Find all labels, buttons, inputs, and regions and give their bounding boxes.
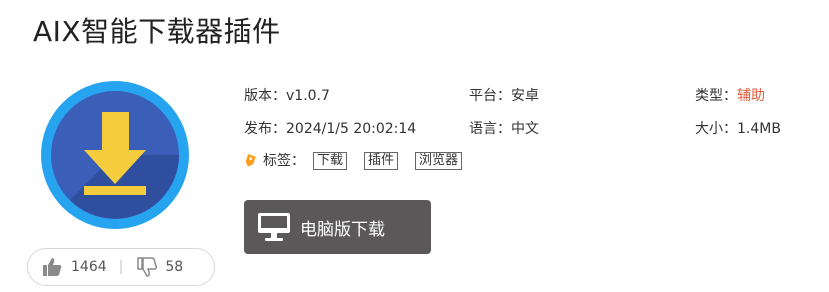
page-title: AIX智能下载器插件 (33, 15, 281, 48)
dislike-button[interactable]: 58 (137, 257, 183, 277)
version-info: 版本：v1.0.7 (244, 86, 330, 106)
release-info: 发布：2024/1/5 20:02:14 (244, 119, 416, 139)
vote-bar: 1464 | 58 (27, 248, 215, 286)
thumbs-down-icon (137, 257, 158, 277)
platform-info: 平台：安卓 (469, 86, 539, 106)
tags-label: 标签： (263, 153, 305, 169)
tag-download[interactable]: 下载 (313, 152, 348, 170)
platform-label: 平台： (469, 88, 511, 104)
version-value: v1.0.7 (286, 88, 330, 104)
like-button[interactable]: 1464 (42, 257, 107, 277)
size-info: 大小：1.4MB (695, 119, 781, 139)
type-label: 类型： (695, 88, 737, 104)
language-info: 语言：中文 (469, 119, 539, 139)
type-value[interactable]: 辅助 (737, 88, 765, 104)
platform-value: 安卓 (511, 88, 539, 104)
release-value: 2024/1/5 20:02:14 (286, 121, 417, 137)
pc-download-label: 电脑版下载 (300, 219, 385, 240)
language-value: 中文 (511, 121, 539, 137)
tags-row: 标签： 下载 插件 浏览器 (244, 151, 479, 171)
size-label: 大小： (695, 121, 737, 137)
pc-download-button[interactable]: 电脑版下载 (244, 200, 431, 254)
language-label: 语言： (469, 121, 511, 137)
like-count: 1464 (71, 259, 107, 275)
app-download-icon (41, 81, 189, 229)
tag-plugin[interactable]: 插件 (364, 152, 399, 170)
release-label: 发布： (244, 121, 286, 137)
tag-browser[interactable]: 浏览器 (415, 152, 463, 170)
tag-icon (245, 154, 256, 167)
monitor-icon (258, 213, 290, 241)
dislike-count: 58 (165, 259, 184, 275)
thumbs-up-icon (43, 258, 62, 276)
type-info: 类型：辅助 (695, 86, 765, 106)
vote-separator: | (118, 259, 124, 275)
version-label: 版本： (244, 88, 286, 104)
size-value: 1.4MB (737, 121, 781, 137)
